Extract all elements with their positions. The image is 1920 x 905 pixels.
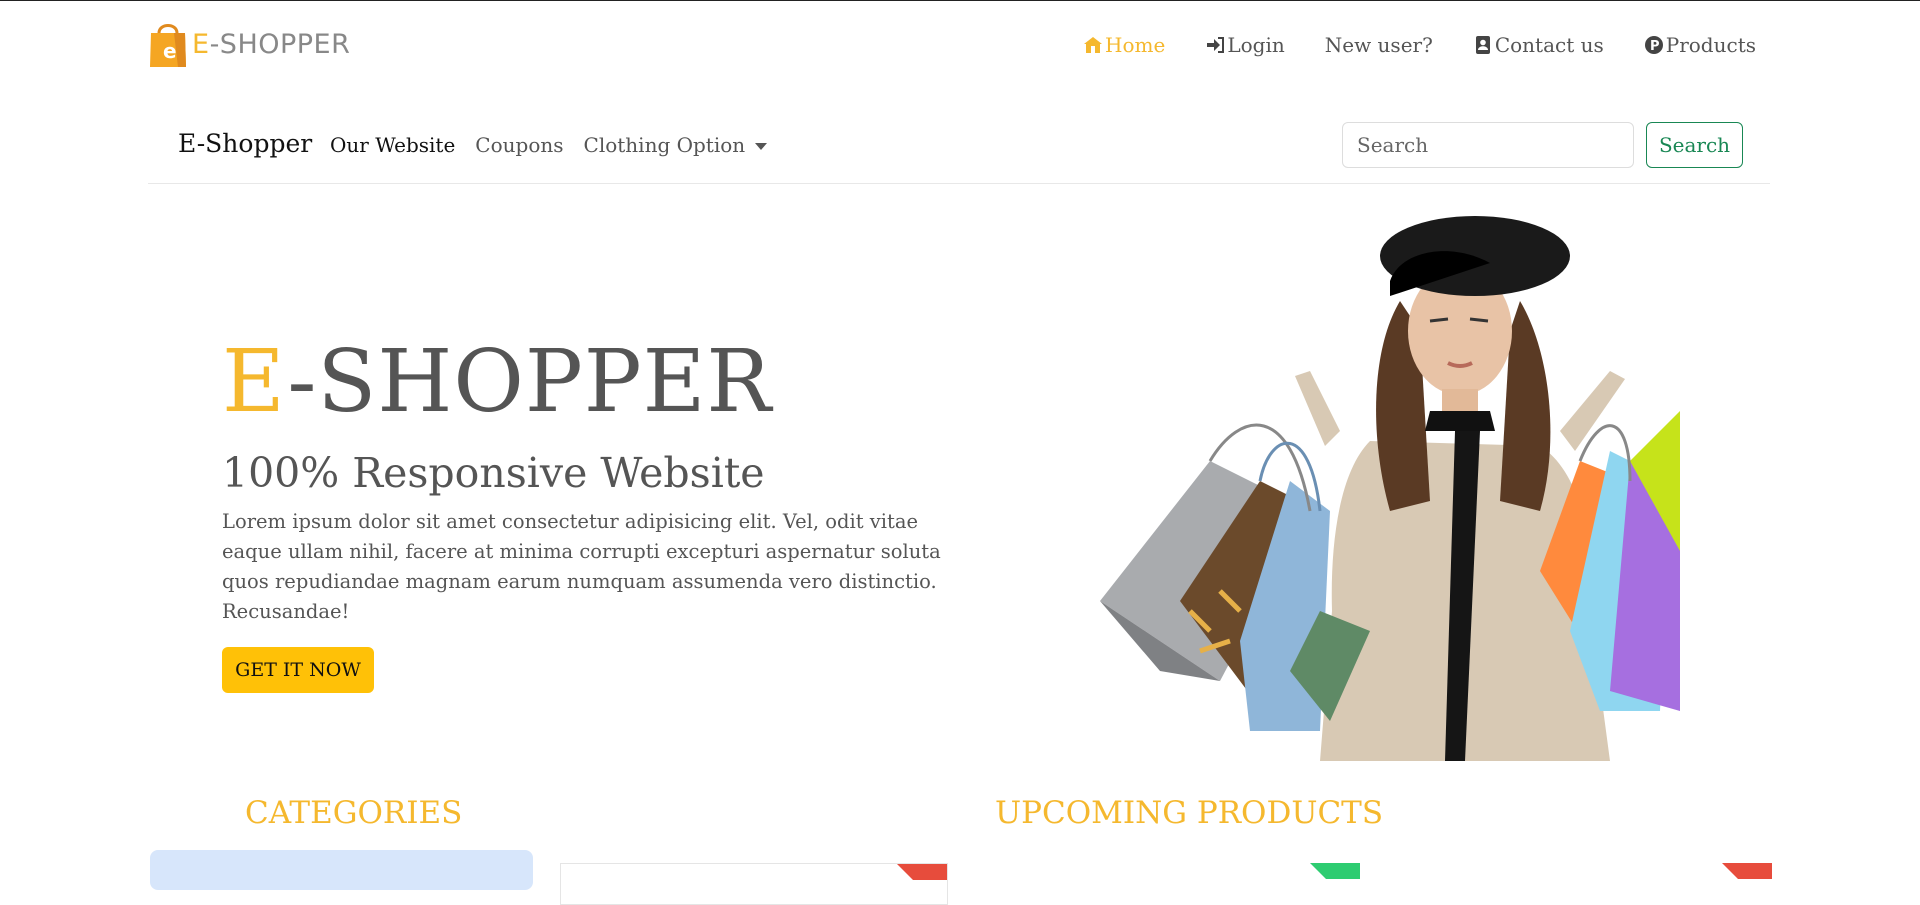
nav-products[interactable]: P Products	[1644, 33, 1756, 57]
hero-subtitle: 100% Responsive Website	[222, 449, 765, 497]
upcoming-products-heading: UPCOMING PRODUCTS	[995, 795, 1384, 831]
nav-contact[interactable]: Contact us	[1473, 33, 1604, 57]
site-logo[interactable]: e E-SHOPPER	[148, 19, 350, 69]
hero-shopping-woman-image	[1100, 216, 1680, 761]
upcoming-product-card[interactable]	[990, 863, 1360, 903]
get-it-now-button[interactable]: GET IT NOW	[222, 647, 374, 693]
upcoming-product-card[interactable]	[1390, 863, 1772, 903]
navbar-brand[interactable]: E-Shopper	[178, 129, 312, 158]
categories-panel	[150, 850, 533, 890]
hero-title: E-SHOPPER	[222, 332, 773, 432]
new-ribbon	[1722, 863, 1772, 879]
svg-text:P: P	[1650, 39, 1660, 54]
search-button[interactable]: Search	[1646, 122, 1743, 168]
nav-new-user[interactable]: New user?	[1325, 33, 1433, 57]
sign-in-icon	[1207, 37, 1225, 53]
logo-wordmark: E-SHOPPER	[192, 28, 351, 60]
menu-our-website[interactable]: Our Website	[330, 133, 455, 157]
product-card[interactable]	[560, 863, 948, 905]
contact-card-icon	[1475, 36, 1490, 54]
svg-text:e: e	[163, 39, 177, 63]
hero-description: Lorem ipsum dolor sit amet consectetur a…	[222, 510, 941, 623]
nav-home-label: Home	[1105, 33, 1166, 57]
nav-login-label: Login	[1227, 33, 1285, 57]
menu-coupons[interactable]: Coupons	[475, 133, 563, 157]
navbar-menu: Our Website Coupons Clothing Option	[330, 133, 768, 157]
menu-clothing-option[interactable]: Clothing Option	[584, 133, 768, 157]
top-bar: e E-SHOPPER Home Login New user? Contact…	[148, 19, 1756, 75]
nav-login[interactable]: Login	[1205, 33, 1285, 57]
new-ribbon	[897, 864, 947, 880]
menu-clothing-option-label: Clothing Option	[583, 133, 746, 157]
nav-products-label: Products	[1665, 33, 1756, 57]
p-circle-icon: P	[1644, 36, 1663, 54]
categories-heading: CATEGORIES	[245, 795, 463, 831]
shopping-bag-logo-icon: e	[150, 24, 186, 67]
main-navbar: E-Shopper Our Website Coupons Clothing O…	[148, 119, 1770, 184]
caret-down-icon	[755, 143, 768, 150]
top-navigation: Home Login New user? Contact us P Produc…	[1083, 33, 1756, 57]
nav-contact-label: Contact us	[1494, 33, 1604, 57]
search-input[interactable]	[1342, 122, 1634, 168]
sale-ribbon	[1310, 863, 1360, 879]
home-icon	[1084, 37, 1103, 53]
nav-new-user-label: New user?	[1324, 33, 1433, 57]
nav-home[interactable]: Home	[1083, 33, 1165, 57]
